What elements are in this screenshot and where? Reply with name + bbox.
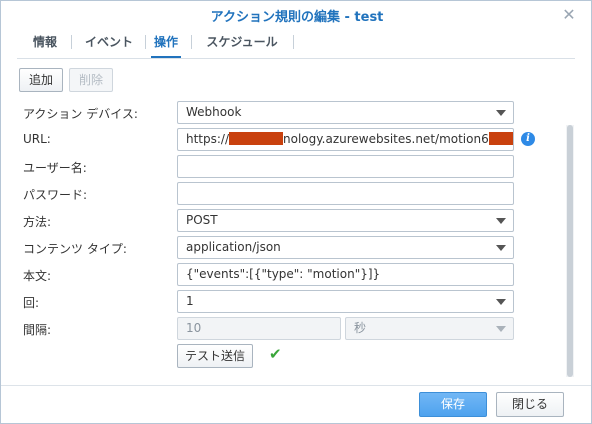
tab-info[interactable]: 情報 bbox=[25, 29, 65, 58]
add-button[interactable]: 追加 bbox=[19, 68, 63, 92]
chevron-down-icon bbox=[496, 326, 506, 332]
times-select[interactable]: 1 bbox=[177, 290, 514, 313]
url-value-prefix: https:// bbox=[186, 132, 230, 146]
url-label: URL: bbox=[23, 132, 51, 146]
username-input[interactable] bbox=[177, 155, 514, 178]
tab-bar: 情報 イベント 操作 スケジュール bbox=[17, 29, 575, 59]
username-label: ユーザー名: bbox=[23, 161, 87, 175]
close-button[interactable]: 閉じる bbox=[496, 392, 564, 417]
save-button[interactable]: 保存 bbox=[419, 392, 487, 417]
method-value: POST bbox=[186, 213, 218, 227]
content-type-label: コンテンツ タイプ: bbox=[23, 242, 127, 256]
url-input[interactable]: https:// nology.azurewebsites.net/motion6 bbox=[177, 128, 514, 151]
dialog-title: アクション規則の編集 - test bbox=[210, 10, 384, 25]
tab-separator bbox=[71, 35, 72, 49]
edit-action-rule-dialog: アクション規則の編集 - test ✕ 情報 イベント 操作 スケジュール 追加… bbox=[0, 0, 592, 424]
tab-event[interactable]: イベント bbox=[77, 29, 141, 58]
action-device-value: Webhook bbox=[186, 105, 242, 119]
method-select[interactable]: POST bbox=[177, 209, 514, 232]
test-send-button[interactable]: テスト送信 bbox=[177, 344, 253, 368]
body-label: 本文: bbox=[23, 269, 52, 283]
interval-label: 間隔: bbox=[23, 323, 52, 337]
body-input[interactable]: {"events":[{"type": "motion"}]} bbox=[177, 263, 514, 286]
footer-divider bbox=[1, 385, 591, 386]
interval-unit-select[interactable]: 秒 bbox=[345, 317, 514, 340]
password-input[interactable] bbox=[177, 182, 514, 205]
content-type-value: application/json bbox=[186, 240, 281, 254]
chevron-down-icon bbox=[496, 218, 506, 224]
chevron-down-icon bbox=[496, 299, 506, 305]
redaction-block bbox=[229, 132, 284, 145]
tab-schedule[interactable]: スケジュール bbox=[201, 29, 283, 58]
redaction-block bbox=[488, 132, 513, 145]
action-device-label: アクション デバイス: bbox=[23, 107, 138, 121]
method-label: 方法: bbox=[23, 215, 52, 229]
tab-separator bbox=[293, 35, 294, 49]
action-device-select[interactable]: Webhook bbox=[177, 101, 514, 124]
tab-separator bbox=[145, 35, 146, 49]
url-value-middle: nology.azurewebsites.net/motion6 bbox=[283, 132, 489, 146]
interval-input[interactable]: 10 bbox=[177, 317, 341, 340]
chevron-down-icon bbox=[496, 110, 506, 116]
tab-action[interactable]: 操作 bbox=[151, 29, 181, 58]
interval-unit-value: 秒 bbox=[354, 321, 367, 335]
close-icon[interactable]: ✕ bbox=[561, 7, 577, 23]
password-label: パスワード: bbox=[23, 188, 88, 202]
chevron-down-icon bbox=[496, 245, 506, 251]
content-type-select[interactable]: application/json bbox=[177, 236, 514, 259]
info-icon[interactable]: i bbox=[521, 132, 535, 146]
check-icon: ✔ bbox=[269, 345, 282, 363]
tab-separator bbox=[191, 35, 192, 49]
scrollbar-thumb[interactable] bbox=[567, 125, 573, 377]
times-value: 1 bbox=[186, 294, 194, 308]
times-label: 回: bbox=[23, 296, 40, 310]
delete-button[interactable]: 削除 bbox=[69, 68, 113, 92]
